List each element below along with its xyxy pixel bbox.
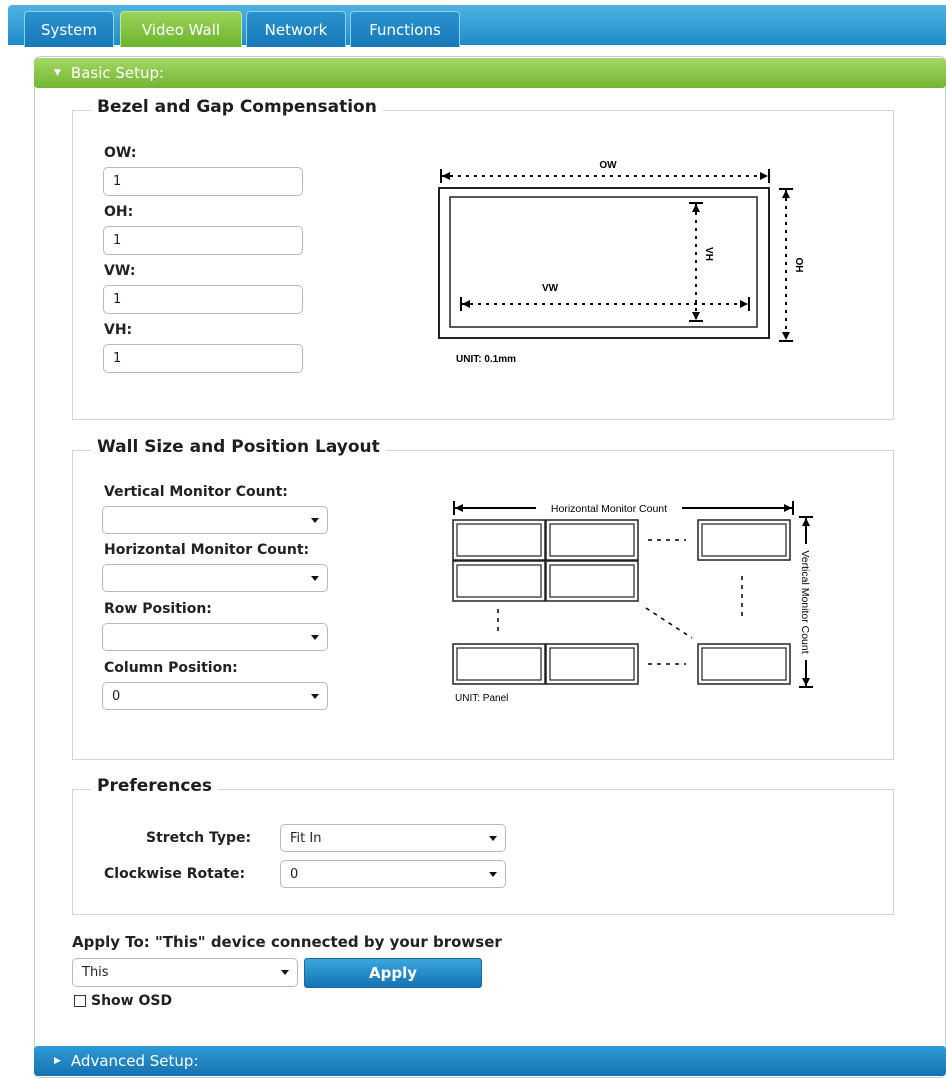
dropdown-arrow-icon bbox=[311, 635, 319, 640]
preferences-legend: Preferences bbox=[91, 776, 219, 796]
outer-frame bbox=[438, 187, 770, 339]
tab-video-wall[interactable]: Video Wall bbox=[120, 11, 242, 47]
wall-diagram: Horizontal Monitor Count Vertical Monito… bbox=[452, 501, 816, 704]
clockwise-rotate-select[interactable]: 0 bbox=[280, 860, 506, 888]
tab-functions[interactable]: Functions bbox=[350, 11, 460, 47]
dropdown-arrow-icon bbox=[489, 872, 497, 877]
oh-diagram-label: OH bbox=[793, 258, 804, 273]
tab-bar: System Video Wall Network Functions bbox=[8, 5, 946, 47]
wall-unit-label: UNIT: Panel bbox=[455, 693, 508, 704]
tab-system[interactable]: System bbox=[24, 11, 114, 47]
apply-target-select[interactable]: This bbox=[72, 958, 298, 987]
apply-target-value: This bbox=[82, 965, 109, 980]
preferences-fieldset: Preferences bbox=[72, 776, 894, 915]
ow-label: OW: bbox=[104, 145, 137, 161]
show-osd-label: Show OSD bbox=[91, 993, 173, 1009]
caret-right-icon: ▶ bbox=[54, 1056, 61, 1066]
advanced-setup-header[interactable]: ▶ Advanced Setup: bbox=[34, 1046, 946, 1076]
vw-input[interactable] bbox=[103, 285, 303, 314]
bezel-legend: Bezel and Gap Compensation bbox=[91, 97, 383, 117]
vw-diagram-label: VW bbox=[542, 283, 559, 294]
caret-down-icon: ▼ bbox=[54, 68, 61, 78]
advanced-setup-title: Advanced Setup: bbox=[70, 1052, 199, 1070]
tab-network[interactable]: Network bbox=[246, 11, 346, 47]
clockwise-rotate-value: 0 bbox=[290, 866, 299, 882]
basic-setup-header[interactable]: ▼ Basic Setup: bbox=[34, 58, 946, 88]
vertical-count-diagram-label: Vertical Monitor Count bbox=[799, 550, 811, 653]
stretch-type-value: Fit In bbox=[290, 830, 322, 846]
inner-screen bbox=[449, 196, 758, 328]
oh-input[interactable] bbox=[103, 226, 303, 255]
vertical-count-label: Vertical Monitor Count: bbox=[104, 484, 288, 500]
dropdown-arrow-icon bbox=[311, 694, 319, 699]
ow-input[interactable] bbox=[103, 167, 303, 196]
row-position-select[interactable] bbox=[102, 623, 328, 651]
vh-input[interactable] bbox=[103, 344, 303, 373]
bezel-diagram: OW OH VH VW UNIT: 0.1mm bbox=[438, 160, 804, 365]
bezel-unit-label: UNIT: 0.1mm bbox=[456, 354, 516, 365]
stretch-type-select[interactable]: Fit In bbox=[280, 824, 506, 852]
show-osd-option: Show OSD bbox=[74, 993, 172, 1009]
apply-button[interactable]: Apply bbox=[304, 958, 482, 988]
dropdown-arrow-icon bbox=[489, 836, 497, 841]
dropdown-arrow-icon bbox=[311, 518, 319, 523]
row-position-label: Row Position: bbox=[104, 601, 212, 617]
dropdown-arrow-icon bbox=[281, 970, 289, 975]
horizontal-count-select[interactable] bbox=[102, 564, 328, 592]
horizontal-count-diagram-label: Horizontal Monitor Count bbox=[551, 503, 667, 515]
vh-diagram-label: VH bbox=[703, 247, 714, 261]
dropdown-arrow-icon bbox=[311, 576, 319, 581]
column-position-select[interactable]: 0 bbox=[102, 682, 328, 710]
clockwise-rotate-label: Clockwise Rotate: bbox=[104, 866, 246, 882]
vh-label: VH: bbox=[104, 322, 133, 338]
vw-label: VW: bbox=[104, 263, 136, 279]
basic-setup-title: Basic Setup: bbox=[70, 64, 165, 82]
stretch-type-label: Stretch Type: bbox=[146, 830, 252, 846]
apply-to-label: Apply To: "This" device connected by you… bbox=[72, 933, 502, 951]
oh-label: OH: bbox=[104, 204, 134, 220]
column-position-label: Column Position: bbox=[104, 660, 238, 676]
ow-diagram-label: OW bbox=[599, 160, 617, 171]
horizontal-count-label: Horizontal Monitor Count: bbox=[104, 542, 310, 558]
wall-legend: Wall Size and Position Layout bbox=[91, 437, 386, 457]
vertical-count-select[interactable] bbox=[102, 506, 328, 534]
show-osd-checkbox[interactable] bbox=[74, 995, 86, 1007]
column-position-value: 0 bbox=[112, 688, 121, 704]
